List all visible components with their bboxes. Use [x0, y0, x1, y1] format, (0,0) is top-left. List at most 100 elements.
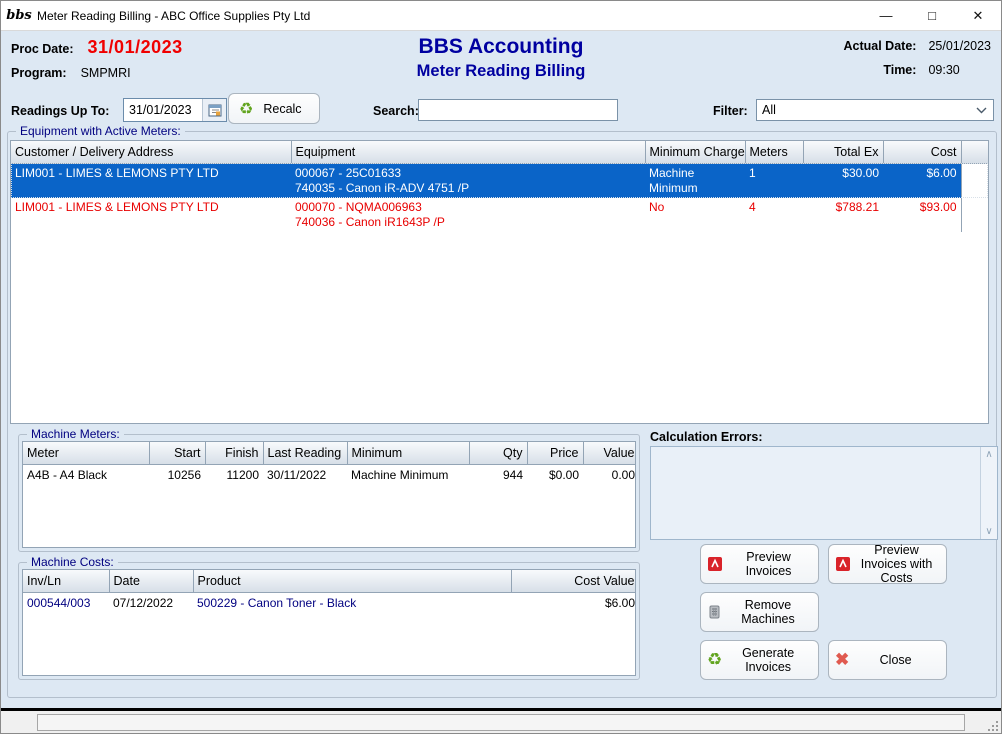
time-label: Time:: [844, 63, 917, 77]
col-value[interactable]: Value: [583, 442, 636, 464]
trash-bin-icon: [707, 604, 722, 620]
cell-finish: 11200: [205, 464, 263, 486]
col-last-reading[interactable]: Last Reading: [263, 442, 347, 464]
meters-header-row: Meter Start Finish Last Reading Minimum …: [23, 442, 636, 464]
generate-invoices-label: Generate Invoices: [724, 646, 812, 674]
machine-meters-table: Meter Start Finish Last Reading Minimum …: [22, 441, 636, 548]
col-product[interactable]: Product: [193, 570, 511, 592]
machine-meters-legend: Machine Meters:: [27, 427, 124, 441]
program-label: Program:: [11, 66, 67, 80]
cell-product: 500229 - Canon Toner - Black: [193, 592, 511, 614]
cell-equipment: 000070 - NQMA006963 740036 - Canon iR164…: [291, 198, 645, 232]
col-cost-value[interactable]: Cost Value: [511, 570, 636, 592]
cell-price: $0.00: [527, 464, 583, 486]
remove-machines-label: Remove Machines: [724, 598, 812, 626]
recalc-button[interactable]: ♻ Recalc: [228, 93, 320, 124]
generate-invoices-button[interactable]: ♻ Generate Invoices: [700, 640, 819, 680]
search-input[interactable]: [418, 99, 618, 121]
scroll-down-icon[interactable]: ∨: [985, 526, 992, 537]
cell-spacer: [961, 163, 988, 198]
machine-costs-section: Machine Costs: Inv/Ln Date Product Cost …: [18, 562, 640, 680]
equipment-row-selected[interactable]: LIM001 - LIMES & LEMONS PTY LTD 000067 -…: [11, 163, 988, 198]
machine-costs-legend: Machine Costs:: [27, 555, 118, 569]
remove-machines-button[interactable]: Remove Machines: [700, 592, 819, 632]
actual-date-label: Actual Date:: [844, 39, 917, 53]
cell-date: 07/12/2022: [109, 592, 193, 614]
cell-last-reading: 30/11/2022: [263, 464, 347, 486]
filter-select[interactable]: All: [756, 99, 994, 121]
machine-costs-table: Inv/Ln Date Product Cost Value 000544/00…: [22, 569, 636, 676]
calendar-picker-icon[interactable]: [202, 99, 226, 121]
cell-minimum: Machine Minimum: [347, 464, 469, 486]
equipment-table: Customer / Delivery Address Equipment Mi…: [10, 140, 989, 424]
filter-selected-value: All: [762, 103, 776, 117]
readings-date-input[interactable]: [124, 103, 202, 117]
col-price[interactable]: Price: [527, 442, 583, 464]
col-spacer: [961, 141, 988, 163]
chevron-down-icon: [976, 107, 987, 114]
close-x-icon: ✖: [835, 650, 849, 670]
calculation-errors-content: [651, 447, 980, 539]
cell-total-ex: $30.00: [803, 163, 883, 198]
costs-row[interactable]: 000544/003 07/12/2022 500229 - Canon Ton…: [23, 592, 636, 614]
preview-invoices-button[interactable]: Preview Invoices: [700, 544, 819, 584]
cell-meters: 1: [745, 163, 803, 198]
resize-grip[interactable]: [986, 719, 998, 731]
cell-qty: 944: [469, 464, 527, 486]
proc-date-value: 31/01/2023: [88, 37, 183, 58]
cell-minimum-charge: No: [645, 198, 745, 232]
cell-equipment: 000067 - 25C01633 740035 - Canon iR-ADV …: [291, 163, 645, 198]
pdf-icon: [835, 556, 851, 572]
time-value: 09:30: [928, 63, 991, 77]
scroll-up-icon[interactable]: ∧: [985, 449, 992, 460]
minimize-button[interactable]: —: [863, 1, 909, 30]
col-minimum[interactable]: Minimum: [347, 442, 469, 464]
cell-cost: $6.00: [883, 163, 961, 198]
filter-label: Filter:: [713, 104, 748, 118]
cell-spacer: [961, 198, 988, 232]
controls-row: Readings Up To: ♻ Recalc Search: Filter:…: [1, 93, 1001, 127]
close-window-button[interactable]: ✕: [955, 1, 1001, 30]
costs-header-row: Inv/Ln Date Product Cost Value: [23, 570, 636, 592]
col-equipment[interactable]: Equipment: [291, 141, 645, 163]
recycle-icon: ♻: [239, 99, 253, 119]
cell-minimum-charge: Machine Minimum: [645, 163, 745, 198]
preview-invoices-with-costs-label: Preview Invoices with Costs: [853, 543, 940, 585]
col-meter[interactable]: Meter: [23, 442, 149, 464]
search-label: Search:: [373, 104, 419, 118]
close-label: Close: [851, 653, 940, 667]
col-finish[interactable]: Finish: [205, 442, 263, 464]
preview-invoices-label: Preview Invoices: [725, 550, 812, 578]
readings-date-field: [123, 98, 227, 122]
proc-date-label: Proc Date:: [11, 42, 74, 56]
preview-invoices-with-costs-button[interactable]: Preview Invoices with Costs: [828, 544, 947, 584]
equipment-legend: Equipment with Active Meters:: [16, 124, 185, 138]
cell-cost: $93.00: [883, 198, 961, 232]
equipment-row-alert[interactable]: LIM001 - LIMES & LEMONS PTY LTD 000070 -…: [11, 198, 988, 232]
close-button[interactable]: ✖ Close: [828, 640, 947, 680]
cell-customer: LIM001 - LIMES & LEMONS PTY LTD: [11, 198, 291, 232]
col-meters[interactable]: Meters: [745, 141, 803, 163]
cell-meters: 4: [745, 198, 803, 232]
equipment-section: Equipment with Active Meters: Customer /…: [7, 131, 997, 698]
cell-customer: LIM001 - LIMES & LEMONS PTY LTD: [11, 163, 291, 198]
meters-row[interactable]: A4B - A4 Black 10256 11200 30/11/2022 Ma…: [23, 464, 636, 486]
window-title: Meter Reading Billing - ABC Office Suppl…: [37, 9, 310, 23]
maximize-button[interactable]: □: [909, 1, 955, 30]
col-date[interactable]: Date: [109, 570, 193, 592]
calculation-errors-box: ∧ ∨: [650, 446, 998, 540]
col-qty[interactable]: Qty: [469, 442, 527, 464]
col-cost[interactable]: Cost: [883, 141, 961, 163]
cell-inv-ln: 000544/003: [23, 592, 109, 614]
col-start[interactable]: Start: [149, 442, 205, 464]
program-value: SMPMRI: [81, 66, 131, 80]
recalc-label: Recalc: [263, 102, 301, 116]
col-inv-ln[interactable]: Inv/Ln: [23, 570, 109, 592]
cell-meter: A4B - A4 Black: [23, 464, 149, 486]
cell-start: 10256: [149, 464, 205, 486]
col-customer[interactable]: Customer / Delivery Address: [11, 141, 291, 163]
calculation-errors-scrollbar[interactable]: ∧ ∨: [980, 447, 997, 539]
col-total-ex[interactable]: Total Ex: [803, 141, 883, 163]
col-minimum-charge[interactable]: Minimum Charge: [645, 141, 745, 163]
meter-reading-billing-window: { "window": { "title": "Meter Reading Bi…: [0, 0, 1002, 734]
